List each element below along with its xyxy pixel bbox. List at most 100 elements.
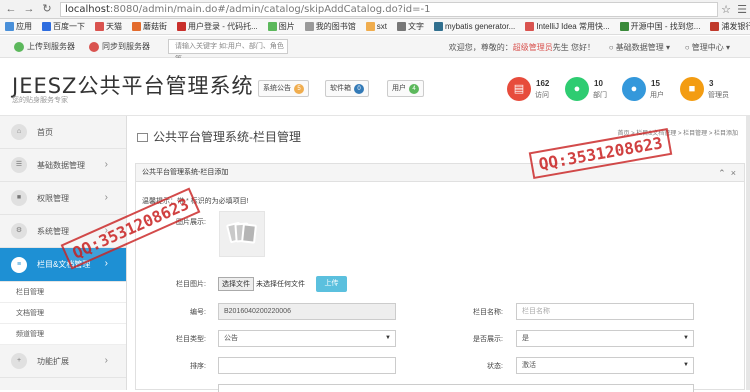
app-topbar: 上传到服务器 同步到服务器 请输入关键字 如:用户、部门、角色等 欢迎您，尊敬的… bbox=[0, 36, 750, 63]
stat-users[interactable]: ● 15 用户 bbox=[622, 77, 682, 105]
sidebar-item-system[interactable]: ⚙ 系统管理 › bbox=[0, 215, 126, 248]
upload-server-button[interactable]: 上传到服务器 bbox=[14, 41, 75, 52]
bookmark-icon bbox=[397, 22, 407, 31]
sidebar-item-home[interactable]: ⌂ 首页 bbox=[0, 116, 126, 149]
star-icon[interactable]: ☆ bbox=[718, 3, 734, 16]
sidebar-subitem-catalog[interactable]: 栏目管理 bbox=[0, 282, 126, 303]
back-icon[interactable]: ← bbox=[4, 2, 18, 16]
bookmarks-bar: 应用 百度一下 天猫 蘑菇街 用户登录 - 代码托... 图片 我的图书馆 sxt 文字 myba… bbox=[0, 19, 750, 35]
sort-field[interactable] bbox=[218, 357, 396, 374]
sidebar-item-extensions[interactable]: + 功能扩展 › bbox=[0, 345, 126, 378]
bookmark-item[interactable]: IntelliJ Idea 常用快... bbox=[525, 21, 610, 32]
code-field[interactable]: B2016040200220006 bbox=[218, 303, 396, 320]
collapse-icon[interactable]: ⌃ bbox=[718, 168, 726, 178]
close-icon[interactable]: × bbox=[731, 168, 736, 178]
url-field[interactable]: localhost:8080/admin/main.do#/admin/cata… bbox=[60, 1, 718, 17]
add-catalog-panel: 公共平台管理系统-栏目添加 ⌃ × 温馨提示：带 * 标识的为必填项目! 图片展示… bbox=[135, 163, 745, 392]
cog-icon: ⚙ bbox=[11, 223, 27, 239]
stat-departments[interactable]: ● 10 部门 bbox=[565, 77, 625, 105]
user-icon: ● bbox=[622, 77, 646, 101]
bookmark-icon bbox=[5, 22, 14, 31]
menu-icon[interactable]: ☰ bbox=[734, 3, 750, 16]
app-header: JEESZ公共平台管理系统 您的贴身服务专家 系统公告 5 软件箱 0 用户 4 ▤ 1… bbox=[0, 58, 750, 116]
next-field-row[interactable] bbox=[218, 384, 694, 392]
sidebar-item-catalog-docs[interactable]: ≡ 栏目&文档管理 › bbox=[0, 248, 126, 282]
dropdown-arrow-icon: ▼ bbox=[385, 335, 391, 341]
money-icon: ● bbox=[565, 77, 589, 101]
page-title: 公共平台管理系统-栏目管理 bbox=[137, 128, 301, 145]
bookmark-item[interactable]: 天猫 bbox=[95, 21, 122, 32]
search-input[interactable]: 请输入关键字 如:用户、部门、角色等 bbox=[168, 39, 288, 63]
bookmark-item[interactable]: 我的图书馆 bbox=[304, 21, 356, 32]
sidebar-item-basic-data[interactable]: ☰ 基础数据管理 › bbox=[0, 149, 126, 182]
chart-icon: ▤ bbox=[507, 77, 531, 101]
file-chooser[interactable]: 选择文件 未选择任何文件 bbox=[218, 277, 305, 291]
bookmark-icon bbox=[177, 22, 186, 31]
catalog-type-label: 栏目类型: bbox=[176, 336, 206, 343]
bookmark-icon bbox=[619, 22, 629, 31]
display-select[interactable]: 是 ▼ bbox=[516, 330, 694, 347]
home-icon: ⌂ bbox=[11, 124, 27, 140]
chevron-right-icon: › bbox=[104, 258, 108, 269]
sync-server-button[interactable]: 同步到服务器 bbox=[89, 41, 150, 52]
sidebar-subitem-channels[interactable]: 频道管理 bbox=[0, 324, 126, 345]
catalog-name-field[interactable]: 栏目名称 bbox=[516, 303, 694, 320]
sidebar: ⌂ 首页 ☰ 基础数据管理 › ■ 权限管理 › ⚙ 系统管理 › ≡ 栏目&文档管理 › 栏目管… bbox=[0, 116, 127, 390]
bookmark-icon bbox=[95, 22, 104, 31]
reload-icon[interactable]: ↻ bbox=[40, 2, 54, 16]
lock-icon: ■ bbox=[11, 190, 27, 206]
plus-icon: + bbox=[11, 353, 27, 369]
bookmark-item[interactable]: 用户登录 - 代码托... bbox=[177, 21, 258, 32]
status-select[interactable]: 激活 ▼ bbox=[516, 357, 694, 374]
stat-visits[interactable]: ▤ 162 访问 bbox=[507, 77, 567, 105]
chevron-right-icon: › bbox=[104, 159, 108, 170]
users-button[interactable]: 用户 4 bbox=[387, 80, 424, 97]
catalog-image-label: 栏目图片: bbox=[176, 281, 206, 288]
list-icon: ≡ bbox=[11, 256, 27, 273]
image-preview-label: 图片展示: bbox=[176, 219, 206, 226]
sidebar-item-permissions[interactable]: ■ 权限管理 › bbox=[0, 182, 126, 215]
catalog-name-label: 栏目名称: bbox=[473, 309, 503, 316]
chevron-right-icon: › bbox=[104, 192, 108, 203]
welcome-text: 欢迎您，尊敬的：超级管理员先生 您好！ bbox=[448, 43, 595, 52]
main-content: 公共平台管理系统-栏目管理 首页 > 栏目&文档管理 > 栏目管理 > 栏目添加… bbox=[127, 116, 750, 392]
announcement-button[interactable]: 系统公告 5 bbox=[258, 80, 309, 97]
bookmark-item[interactable]: 应用 bbox=[5, 21, 32, 32]
chevron-right-icon: › bbox=[104, 225, 108, 236]
chevron-right-icon: › bbox=[104, 355, 108, 366]
bookmark-item[interactable]: 文字 bbox=[397, 21, 424, 32]
bookmark-icon bbox=[525, 22, 535, 31]
upload-button[interactable]: 上传 bbox=[316, 276, 347, 292]
bookmark-icon bbox=[42, 22, 51, 31]
sync-icon bbox=[89, 41, 99, 52]
sidebar-subitem-documents[interactable]: 文档管理 bbox=[0, 303, 126, 324]
browser-address-bar: ← → ↻ localhost:8080/admin/main.do#/admi… bbox=[0, 0, 750, 19]
bookmark-item[interactable]: sxt bbox=[365, 22, 387, 31]
bookmark-icon bbox=[365, 22, 375, 31]
software-box-button[interactable]: 软件箱 0 bbox=[325, 80, 369, 97]
admin-center-dropdown[interactable]: ○ 管理中心 ▾ bbox=[685, 42, 730, 53]
forward-icon[interactable]: → bbox=[22, 2, 36, 16]
bookmark-item[interactable]: 开源中国 - 找到您... bbox=[619, 21, 700, 32]
bookmark-icon bbox=[710, 22, 720, 31]
required-tip: 温馨提示：带 * 标识的为必填项目! bbox=[142, 198, 249, 205]
page-scrollbar[interactable] bbox=[746, 116, 750, 390]
basic-data-dropdown[interactable]: ○ 基础数据管理 ▾ bbox=[609, 42, 670, 53]
app-slogan: 您的贴身服务专家 bbox=[12, 97, 68, 104]
database-icon: ☰ bbox=[11, 157, 27, 173]
bookmark-item[interactable]: mybatis generator... bbox=[434, 22, 515, 31]
status-label: 状态: bbox=[487, 363, 503, 370]
placeholder-card-icon bbox=[241, 223, 257, 244]
window-icon bbox=[137, 133, 148, 142]
choose-file-button[interactable]: 选择文件 bbox=[218, 277, 254, 291]
bookmark-icon bbox=[132, 22, 141, 31]
bookmark-item[interactable]: 浦发银行 bbox=[710, 21, 750, 32]
bookmark-item[interactable]: 图片 bbox=[267, 21, 295, 32]
stat-admins[interactable]: ■ 3 管理员 bbox=[680, 77, 740, 105]
catalog-type-select[interactable]: 公告 ▼ bbox=[218, 330, 396, 347]
panel-header: 公共平台管理系统-栏目添加 ⌃ × bbox=[136, 164, 744, 182]
bookmark-item[interactable]: 百度一下 bbox=[42, 21, 85, 32]
image-preview bbox=[219, 211, 265, 257]
bookmark-icon bbox=[267, 22, 277, 31]
bookmark-item[interactable]: 蘑菇街 bbox=[132, 21, 167, 32]
